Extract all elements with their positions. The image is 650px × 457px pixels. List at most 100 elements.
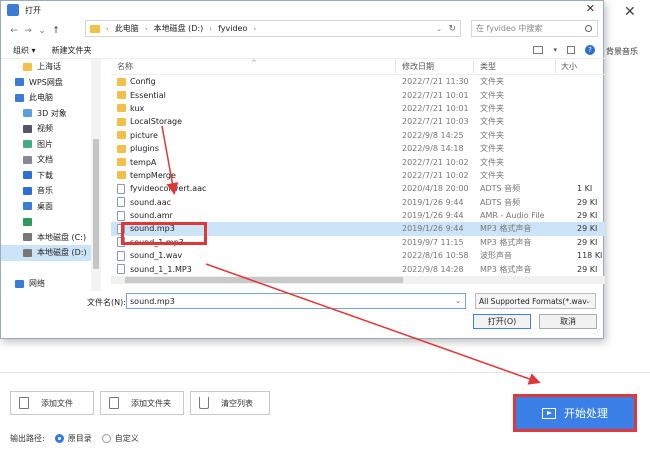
chevron-down-icon[interactable]: ▾: [553, 46, 557, 54]
open-button[interactable]: 打开(O): [473, 314, 531, 329]
horizontal-scrollbar[interactable]: [111, 276, 605, 284]
nav-item[interactable]: [1, 261, 91, 277]
file-row[interactable]: Essential 2022/7/21 10:01 文件夹: [111, 88, 605, 101]
file-name: sound.aac: [130, 197, 172, 207]
file-name: Essential: [130, 90, 166, 100]
file-row[interactable]: kux 2022/7/21 10:01 文件夹: [111, 102, 605, 115]
nav-item-label: 下载: [37, 170, 53, 180]
cancel-button[interactable]: 取消: [539, 314, 597, 329]
help-icon[interactable]: ?: [585, 45, 595, 55]
scrollbar-thumb[interactable]: [125, 277, 403, 283]
column-date[interactable]: 修改日期: [402, 61, 434, 72]
nav-item[interactable]: WPS网盘: [1, 75, 91, 91]
filename-field[interactable]: sound.mp3 ⌄: [126, 293, 466, 309]
back-arrow-icon[interactable]: ←: [7, 26, 21, 36]
chevron-down-icon[interactable]: ⌄: [585, 297, 591, 305]
chevron-down-icon[interactable]: ⌄: [455, 297, 461, 305]
cancel-label: 取消: [560, 317, 576, 326]
file-row[interactable]: sound_1.wav 2022/8/16 10:58 波形声音 118 KI: [111, 249, 605, 262]
new-folder-button[interactable]: 新建文件夹: [52, 45, 92, 56]
nav-item[interactable]: 文档: [1, 152, 91, 168]
drive-icon: [23, 233, 32, 242]
chevron-down-icon[interactable]: ⌄: [436, 25, 442, 33]
file-date: 2019/1/26 9:44: [402, 197, 464, 207]
nav-item[interactable]: 音乐: [1, 183, 91, 199]
audio-file-icon: [117, 183, 125, 194]
add-folder-button[interactable]: 添加文件夹: [100, 391, 184, 415]
play-icon: [542, 407, 556, 419]
refresh-icon[interactable]: ↻: [448, 24, 456, 34]
nav-item[interactable]: 本地磁盘 (C:): [1, 230, 91, 246]
file-row[interactable]: plugins 2022/9/8 14:18 文件夹: [111, 142, 605, 155]
clear-list-button[interactable]: 清空列表: [190, 391, 270, 415]
file-type: 文件夹: [480, 90, 504, 100]
file-row[interactable]: Config 2022/7/21 11:30 文件夹: [111, 75, 605, 88]
open-label: 打开(O): [487, 317, 517, 326]
file-row[interactable]: LocalStorage 2022/7/21 10:03 文件夹: [111, 115, 605, 128]
folder-icon: [117, 171, 126, 180]
breadcrumb-item[interactable]: 此电脑: [115, 23, 139, 34]
nav-item[interactable]: 此电脑: [1, 90, 91, 106]
up-arrow-icon[interactable]: ↑: [49, 26, 63, 36]
nav-item-label: WPS网盘: [29, 77, 63, 87]
file-name: tempA: [130, 157, 157, 167]
file-size: 29 KI: [577, 237, 598, 247]
file-date: 2022/9/8 14:18: [402, 144, 464, 154]
add-file-button[interactable]: 添加文件: [10, 391, 94, 415]
nav-item-label: 本地磁盘 (D:): [37, 248, 87, 258]
scrollbar-thumb[interactable]: [93, 139, 99, 269]
address-bar[interactable]: › 此电脑 › 本地磁盘 (D:) › fyvideo › ⌄ ↻: [85, 20, 461, 37]
column-type[interactable]: 类型: [480, 61, 496, 72]
nav-item[interactable]: 桌面: [1, 199, 91, 215]
file-row[interactable]: picture 2022/9/8 14:25 文件夹: [111, 129, 605, 142]
background-music-label[interactable]: 背景音乐: [606, 46, 638, 57]
search-input[interactable]: 在 fyvideo 中搜索: [471, 20, 598, 37]
nav-item[interactable]: 3D 对象: [1, 106, 91, 122]
file-row[interactable]: tempA 2022/7/21 10:02 文件夹: [111, 155, 605, 168]
nav-scrollbar[interactable]: [91, 59, 101, 291]
clear-list-label: 清空列表: [221, 398, 253, 408]
file-name: fyvideoconvert.aac: [130, 184, 207, 194]
nav-item[interactable]: [1, 214, 91, 230]
column-divider[interactable]: [555, 61, 556, 73]
column-name[interactable]: 名称: [117, 61, 133, 72]
nav-item[interactable]: 网络: [1, 276, 91, 291]
file-row[interactable]: sound_1_1.MP3 2022/9/8 14:28 MP3 格式声音 29 KI: [111, 262, 605, 275]
radio-custom-dir[interactable]: 自定义: [101, 433, 139, 444]
resize-grip-icon[interactable]: ⋰: [594, 328, 601, 336]
audio-file-icon: [117, 210, 125, 221]
organize-button[interactable]: 组织 ▾: [13, 45, 36, 56]
forward-arrow-icon[interactable]: →: [21, 26, 35, 36]
file-type-select[interactable]: All Supported Formats(*.wav ⌄: [475, 293, 596, 309]
start-processing-button[interactable]: 开始处理: [513, 394, 637, 432]
nav-item[interactable]: 视频: [1, 121, 91, 137]
file-row[interactable]: sound.aac 2019/1/26 9:44 ADTS 音频 29 KI: [111, 196, 605, 209]
view-options-icon[interactable]: [533, 46, 544, 54]
output-path-label: 输出路径:: [10, 434, 45, 443]
nav-item-label: 本地磁盘 (C:): [37, 232, 87, 242]
preview-pane-icon[interactable]: [567, 46, 575, 54]
file-row[interactable]: sound.amr 2019/1/26 9:44 AMR - Audio File 2…: [111, 209, 605, 222]
close-icon[interactable]: ✕: [586, 2, 595, 15]
file-size: 29 KI: [577, 211, 598, 221]
nav-item[interactable]: 图片: [1, 137, 91, 153]
column-divider[interactable]: [395, 61, 396, 73]
app-close-button[interactable]: ✕: [624, 4, 636, 20]
radio-dot-checked[interactable]: [54, 434, 64, 443]
nav-item[interactable]: 本地磁盘 (D:): [1, 245, 91, 261]
add-file-label: 添加文件: [41, 398, 73, 408]
file-row[interactable]: fyvideoconvert.aac 2020/4/18 20:00 ADTS 音频…: [111, 182, 605, 195]
breadcrumb-item[interactable]: 本地磁盘 (D:): [154, 23, 204, 34]
nav-item[interactable]: 下载: [1, 168, 91, 184]
file-date: 2019/1/26 9:44: [402, 211, 464, 221]
file-date: 2022/7/21 10:03: [402, 117, 469, 127]
column-divider[interactable]: [473, 61, 474, 73]
file-row[interactable]: tempMerge 2022/7/21 10:02 文件夹: [111, 169, 605, 182]
chevron-down-icon[interactable]: ⌄: [35, 26, 49, 36]
radio-original-dir[interactable]: 原目录: [54, 433, 92, 444]
column-size[interactable]: 大小: [561, 61, 577, 72]
nav-item[interactable]: 上海话: [1, 59, 91, 75]
breadcrumb-item[interactable]: fyvideo: [218, 24, 247, 33]
desktop-icon: [23, 202, 32, 211]
radio-dot-unchecked[interactable]: [101, 434, 111, 443]
